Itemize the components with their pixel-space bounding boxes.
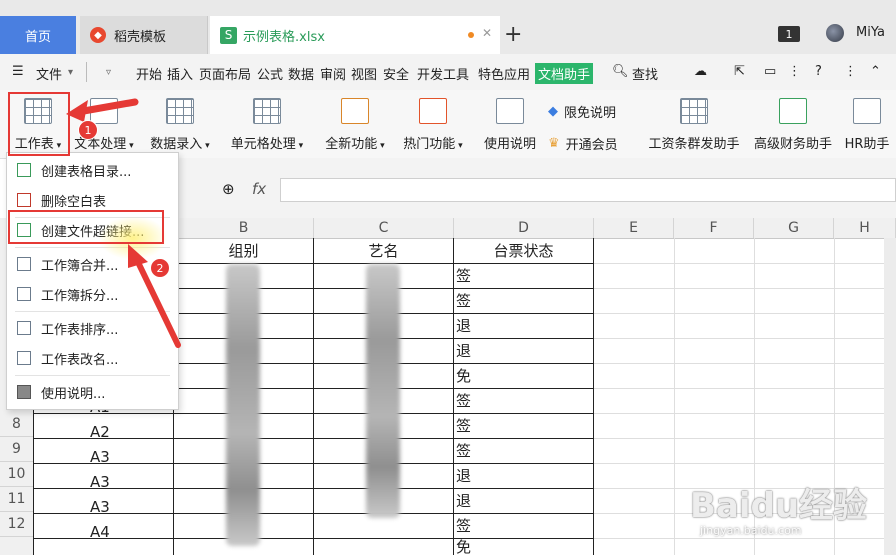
- arrow-step1-head: [66, 100, 88, 122]
- baidu-watermark: Baidu经验: [690, 486, 868, 526]
- baidu-watermark-url: jingyan.baidu.com: [700, 524, 802, 537]
- annotation-arrows: [66, 98, 181, 348]
- arrow-step2-head: [128, 244, 148, 268]
- step-2-badge: 2: [150, 258, 170, 278]
- step-1-badge: 1: [78, 120, 98, 140]
